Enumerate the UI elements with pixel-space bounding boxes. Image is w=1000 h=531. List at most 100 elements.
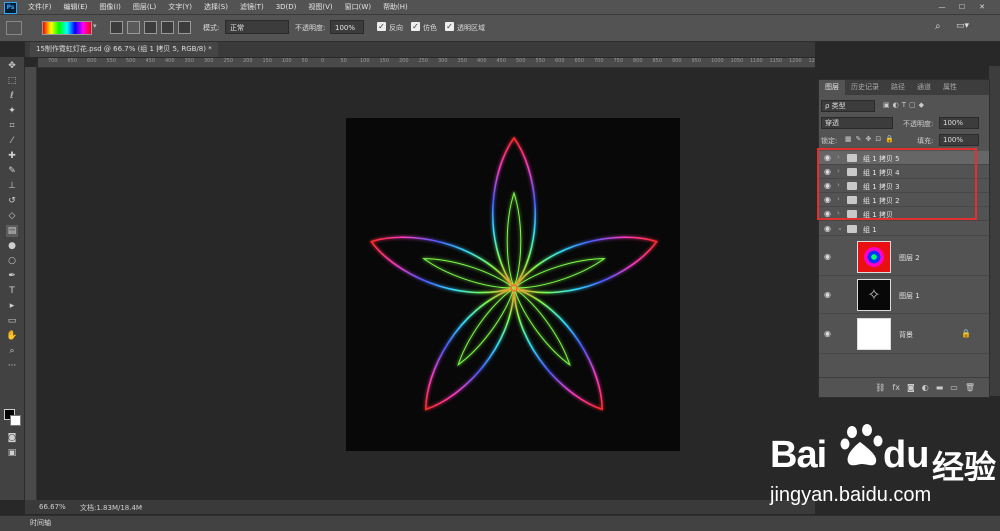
pen-tool-icon[interactable]: ✒ (6, 270, 18, 282)
healing-brush-icon[interactable]: ✚ (6, 150, 18, 162)
fill-input[interactable]: 100% (939, 134, 979, 146)
ruler-tick-label: 450 (496, 58, 507, 64)
ruler-tick-label: 400 (165, 58, 175, 64)
tab-channels[interactable]: 通道 (911, 80, 937, 95)
angle-gradient-button[interactable] (144, 21, 157, 34)
visibility-eye-icon[interactable]: ◉ (824, 290, 834, 300)
neon-flower-artwork (370, 136, 658, 411)
visibility-eye-icon[interactable]: ◉ (824, 224, 834, 234)
visibility-eye-icon[interactable]: ◉ (824, 329, 834, 339)
reflected-gradient-button[interactable] (161, 21, 174, 34)
menu-view[interactable]: 视图(V) (302, 0, 338, 14)
menu-file[interactable]: 文件(F) (22, 0, 58, 14)
tab-history[interactable]: 历史记录 (845, 80, 885, 95)
eraser-icon[interactable]: ◇ (6, 210, 18, 222)
transparency-label: 透明区域 (457, 24, 485, 32)
menu-window[interactable]: 窗口(W) (339, 0, 377, 14)
menu-3d[interactable]: 3D(D) (270, 0, 303, 14)
menu-edit[interactable]: 编辑(E) (58, 0, 94, 14)
gradient-tool-preset-icon[interactable] (6, 21, 22, 35)
search-icon[interactable]: ⌕ (935, 21, 941, 32)
layer-row[interactable]: ◉ 背景 🔒 (819, 314, 989, 354)
tab-properties[interactable]: 属性 (937, 80, 963, 95)
brush-tool-icon[interactable]: ✎ (6, 165, 18, 177)
transparency-checkbox[interactable]: ✓ (445, 22, 454, 31)
blend-mode-select[interactable]: 穿透 (821, 117, 893, 129)
close-button[interactable]: ✕ (972, 0, 992, 14)
reverse-checkbox[interactable]: ✓ (377, 22, 386, 31)
layer-row[interactable]: ◉ ✧ 图层 1 (819, 276, 989, 314)
more-tools-icon[interactable]: ··· (6, 360, 18, 372)
eyedropper-icon[interactable]: ⁄ (6, 135, 18, 147)
document-canvas[interactable] (346, 118, 680, 451)
link-layers-icon[interactable]: ⛓ (875, 378, 885, 397)
layer-row[interactable]: ◉ 图层 2 (819, 238, 989, 276)
ruler-tick-label: 500 (516, 58, 526, 64)
zoom-tool-icon[interactable]: ⌕ (6, 345, 18, 357)
marquee-tool-icon[interactable]: ⬚ (6, 75, 18, 87)
new-group-icon[interactable]: ▬ (936, 378, 944, 397)
layer-row[interactable]: ◉ ⌄ 组 1 (819, 222, 989, 236)
layer-filter-select[interactable]: ρ 类型 (821, 100, 875, 112)
ruler-tick-label: 750 (613, 58, 624, 64)
diamond-gradient-button[interactable] (178, 21, 191, 34)
type-tool-icon[interactable]: T (6, 285, 18, 297)
radial-gradient-button[interactable] (127, 21, 140, 34)
menu-image[interactable]: 图像(I) (93, 0, 127, 14)
maximize-button[interactable]: ☐ (952, 0, 972, 14)
zoom-level[interactable]: 66.67% (39, 503, 66, 511)
trash-icon[interactable]: 🗑 (965, 378, 975, 397)
blur-tool-icon[interactable]: ● (6, 240, 18, 252)
chevron-down-icon[interactable]: ▾ (93, 22, 97, 30)
magic-wand-icon[interactable]: ✦ (6, 105, 18, 117)
background-color-swatch[interactable] (10, 415, 21, 426)
visibility-eye-icon[interactable]: ◉ (824, 252, 834, 262)
timeline-tab[interactable]: 时间轴 (30, 516, 51, 531)
path-selection-icon[interactable]: ▸ (6, 300, 18, 312)
minimize-button[interactable]: — (932, 0, 952, 14)
screen-mode-icon[interactable]: ▣ (6, 447, 18, 459)
menu-filter[interactable]: 滤镜(T) (234, 0, 270, 14)
opacity-input[interactable]: 100% (330, 20, 364, 34)
lasso-tool-icon[interactable]: ℓ (6, 90, 18, 102)
gradient-picker[interactable] (42, 21, 92, 35)
dodge-tool-icon[interactable]: ○ (6, 255, 18, 267)
menu-help[interactable]: 帮助(H) (377, 0, 414, 14)
add-mask-icon[interactable]: ◙ (907, 378, 915, 397)
status-arrow-icon[interactable]: › (140, 503, 143, 511)
hand-tool-icon[interactable]: ✋ (6, 330, 18, 342)
selection-highlight-box (817, 148, 977, 220)
ruler-tick-label: 450 (145, 58, 156, 64)
tab-layers[interactable]: 图层 (819, 80, 845, 95)
dither-checkbox[interactable]: ✓ (411, 22, 420, 31)
ruler-tick-label: 50 (340, 58, 347, 64)
ruler-tick-label: 1250 (808, 58, 816, 64)
shape-tool-icon[interactable]: ▭ (6, 315, 18, 327)
ruler-tick-label: 650 (67, 58, 78, 64)
menu-layer[interactable]: 图层(L) (127, 0, 162, 14)
menu-select[interactable]: 选择(S) (198, 0, 234, 14)
move-tool-icon[interactable]: ✥ (6, 60, 18, 72)
menu-type[interactable]: 文字(Y) (162, 0, 198, 14)
adjustment-layer-icon[interactable]: ◐ (922, 378, 929, 397)
workspace-icon[interactable]: ▭▾ (956, 21, 969, 31)
linear-gradient-button[interactable] (110, 21, 123, 34)
document-tab[interactable]: 15制作霓虹灯花.psd @ 66.7% (组 1 拷贝 5, RGB/8) * (30, 42, 218, 57)
ruler-tick-label: 300 (438, 58, 448, 64)
layer-opacity-input[interactable]: 100% (939, 117, 979, 129)
lock-icons[interactable]: ▦✎✥⊡🔒 (845, 135, 898, 143)
clone-stamp-icon[interactable]: ⊥ (6, 180, 18, 192)
quick-mask-icon[interactable]: ◙ (6, 432, 18, 444)
chevron-down-icon[interactable]: ⌄ (837, 224, 843, 232)
history-brush-icon[interactable]: ↺ (6, 195, 18, 207)
rainbow-circle-thumbnail (864, 247, 884, 267)
crop-tool-icon[interactable]: ⌗ (6, 120, 18, 132)
gradient-tool-icon[interactable]: ▤ (6, 225, 18, 237)
new-layer-icon[interactable]: ▭ (950, 378, 958, 397)
fx-icon[interactable]: fx (892, 378, 900, 397)
filter-icons[interactable]: ▣◐T▢◆ (883, 101, 927, 109)
tab-paths[interactable]: 路径 (885, 80, 911, 95)
window-controls: — ☐ ✕ (932, 0, 992, 14)
mode-select[interactable]: 正常 (225, 20, 289, 34)
ruler-tick-label: 900 (672, 58, 682, 64)
